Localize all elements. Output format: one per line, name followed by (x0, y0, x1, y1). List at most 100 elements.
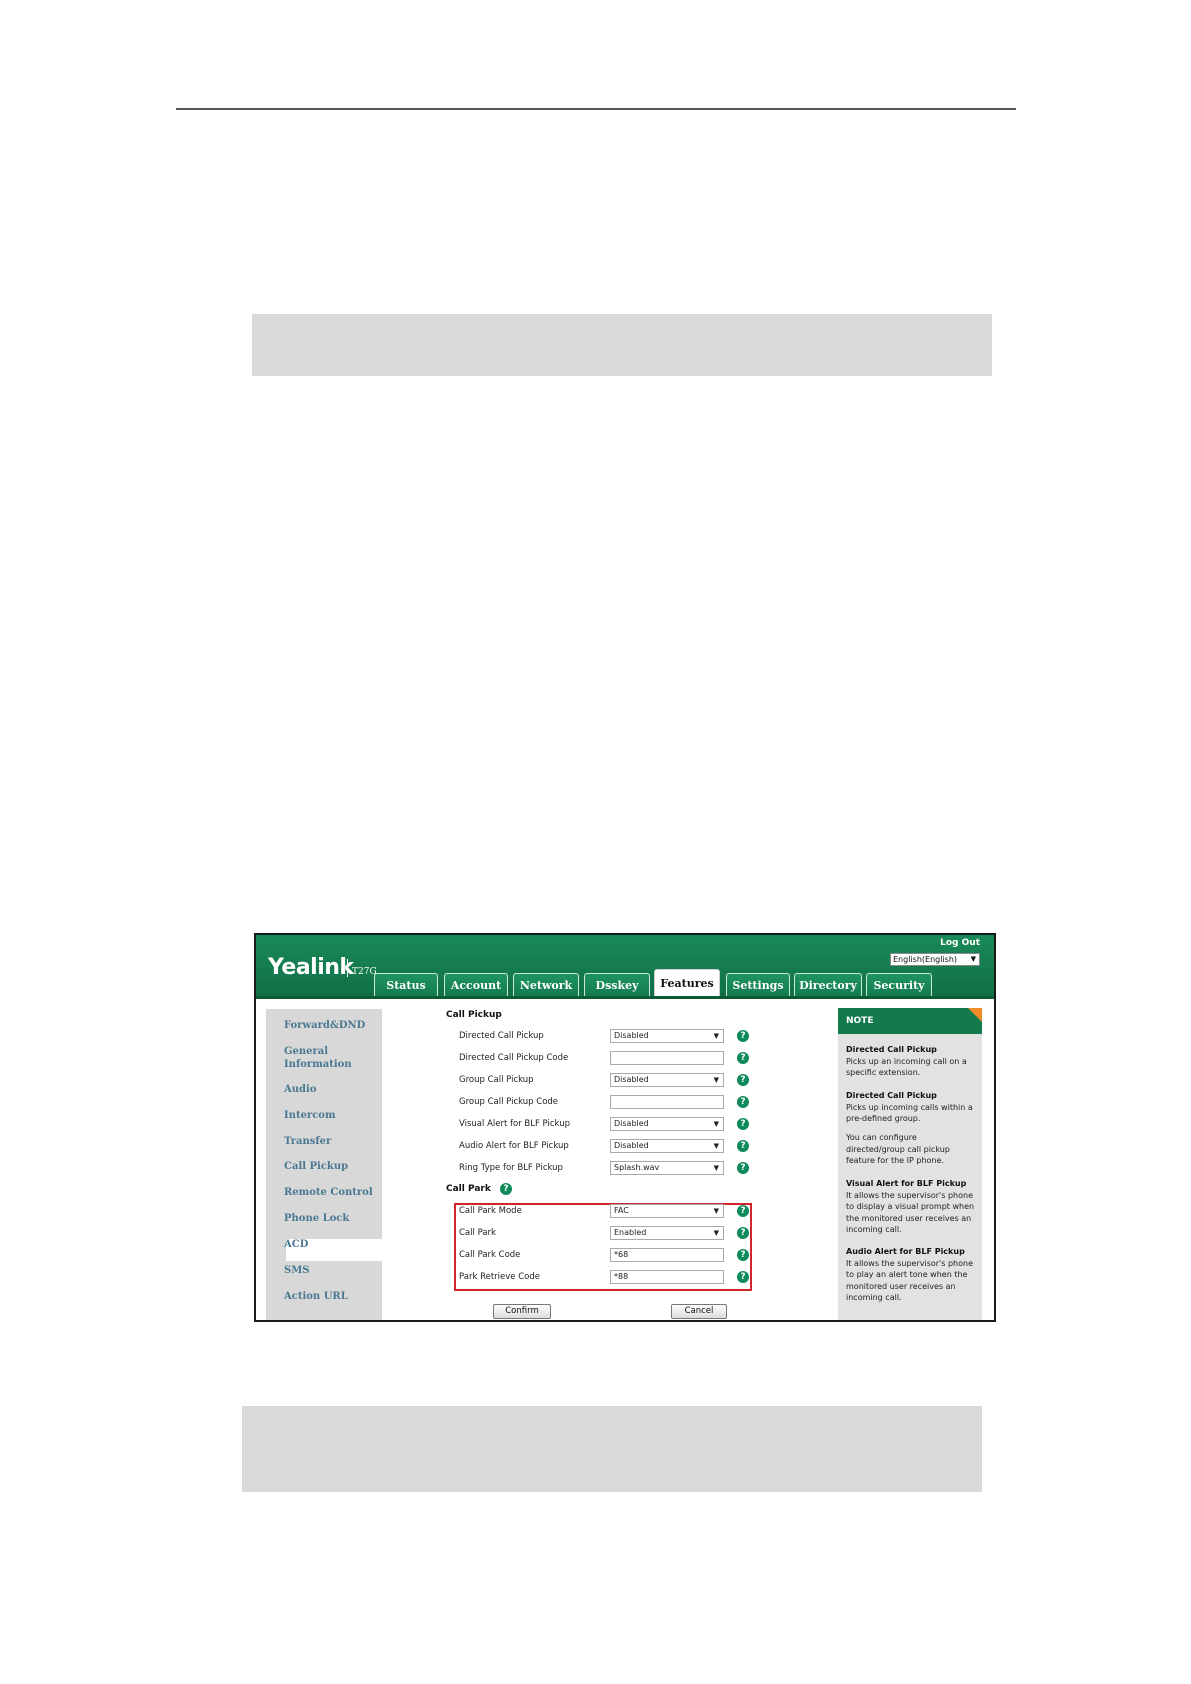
web-ui-screenshot: Yealink T27G Log Out English(English) ▼ … (254, 933, 996, 1322)
select-directed-call-pickup[interactable]: Disabled ▼ (610, 1029, 724, 1043)
sidebar-item-sms[interactable]: SMS (284, 1264, 310, 1277)
sidebar-item-acd[interactable]: ACD (284, 1238, 308, 1251)
note-entry-text: It allows the supervisor's phone to play… (846, 1258, 973, 1303)
help-icon[interactable]: ? (737, 1162, 749, 1174)
note-corner-icon (968, 1008, 982, 1022)
tab-settings[interactable]: Settings (726, 973, 790, 997)
header-rule (176, 108, 1016, 110)
cancel-button[interactable]: Cancel (671, 1304, 727, 1319)
tab-status[interactable]: Status (374, 973, 438, 997)
sidebar-item-transfer[interactable]: Transfer (284, 1135, 331, 1148)
chevron-down-icon: ▼ (713, 1032, 719, 1040)
select-value: Disabled (614, 1031, 649, 1040)
select-value: Enabled (614, 1228, 647, 1237)
label-ring-type-blf-pickup: Ring Type for BLF Pickup (459, 1163, 563, 1173)
note-entry: Visual Alert for BLF Pickup It allows th… (846, 1178, 978, 1236)
language-select[interactable]: English(English) ▼ (890, 953, 980, 966)
select-ring-type-blf-pickup[interactable]: Splash.wav ▼ (610, 1161, 724, 1175)
select-value: Disabled (614, 1119, 649, 1128)
help-icon[interactable]: ? (737, 1074, 749, 1086)
note-entry-text: Picks up an incoming call on a specific … (846, 1056, 967, 1078)
note-entry-title: Audio Alert for BLF Pickup (846, 1247, 965, 1256)
input-group-call-pickup-code[interactable] (610, 1095, 724, 1109)
help-icon[interactable]: ? (737, 1096, 749, 1108)
note-entry: Audio Alert for BLF Pickup It allows the… (846, 1246, 978, 1304)
chevron-down-icon: ▼ (713, 1142, 719, 1150)
tab-security[interactable]: Security (866, 973, 932, 997)
select-call-park-mode[interactable]: FAC ▼ (610, 1204, 724, 1218)
section-title-call-pickup: Call Pickup (446, 1010, 502, 1020)
sidebar: Forward&DND General Information Audio In… (266, 1009, 392, 1320)
input-directed-call-pickup-code[interactable] (610, 1051, 724, 1065)
label-group-call-pickup-code: Group Call Pickup Code (459, 1097, 559, 1107)
select-value: Splash.wav (614, 1163, 660, 1172)
sidebar-item-phone-lock[interactable]: Phone Lock (284, 1212, 349, 1225)
label-call-park: Call Park (459, 1228, 496, 1238)
tab-network[interactable]: Network (513, 973, 579, 997)
section-title-call-park: Call Park (446, 1184, 491, 1194)
chevron-down-icon: ▼ (713, 1207, 719, 1215)
select-value: Disabled (614, 1075, 649, 1084)
sidebar-item-remote-control[interactable]: Remote Control (284, 1186, 373, 1199)
tab-features[interactable]: Features (654, 969, 720, 999)
help-icon[interactable]: ? (737, 1205, 749, 1217)
label-park-retrieve-code: Park Retrieve Code (459, 1272, 540, 1282)
help-icon[interactable]: ? (737, 1227, 749, 1239)
note-title: NOTE (846, 1016, 874, 1026)
chevron-down-icon: ▼ (970, 955, 976, 963)
gray-note-block-top (252, 314, 992, 376)
note-entry: You can configure directed/group call pi… (846, 1132, 978, 1167)
logo-separator (347, 959, 348, 977)
gray-note-block-bottom (242, 1406, 982, 1492)
input-park-retrieve-code[interactable]: *88 (610, 1270, 724, 1284)
sidebar-item-call-pickup[interactable]: Call Pickup (284, 1160, 348, 1173)
sidebar-item-audio[interactable]: Audio (284, 1083, 317, 1096)
sidebar-item-forward-dnd[interactable]: Forward&DND (284, 1019, 365, 1032)
sidebar-item-general-information[interactable]: General Information (284, 1045, 352, 1071)
language-value: English(English) (893, 955, 958, 964)
top-header: Yealink T27G Log Out English(English) ▼ … (256, 935, 994, 999)
tab-dsskey[interactable]: Dsskey (584, 973, 650, 997)
help-icon[interactable]: ? (737, 1030, 749, 1042)
note-body: Directed Call Pickup Picks up an incomin… (838, 1034, 982, 1320)
chevron-down-icon: ▼ (713, 1229, 719, 1237)
note-entry-title: Visual Alert for BLF Pickup (846, 1179, 967, 1188)
label-directed-call-pickup: Directed Call Pickup (459, 1031, 544, 1041)
tab-directory[interactable]: Directory (794, 973, 862, 997)
select-value: Disabled (614, 1141, 649, 1150)
label-group-call-pickup: Group Call Pickup (459, 1075, 534, 1085)
note-header: NOTE (838, 1008, 982, 1034)
note-entry: Directed Call Pickup Picks up an incomin… (846, 1044, 978, 1079)
chevron-down-icon: ▼ (713, 1076, 719, 1084)
help-icon[interactable]: ? (737, 1271, 749, 1283)
note-entry-text: You can configure directed/group call pi… (846, 1133, 950, 1165)
label-audio-alert-blf-pickup: Audio Alert for BLF Pickup (459, 1141, 569, 1151)
select-visual-alert-blf-pickup[interactable]: Disabled ▼ (610, 1117, 724, 1131)
help-icon[interactable]: ? (737, 1118, 749, 1130)
select-value: FAC (614, 1206, 629, 1215)
chevron-down-icon: ▼ (713, 1120, 719, 1128)
note-entry-text: Picks up incoming calls within a pre-def… (846, 1102, 973, 1124)
note-entry: Directed Call Pickup Picks up incoming c… (846, 1090, 978, 1125)
model-label: T27G (352, 967, 377, 977)
select-call-park[interactable]: Enabled ▼ (610, 1226, 724, 1240)
input-call-park-code[interactable]: *68 (610, 1248, 724, 1262)
select-group-call-pickup[interactable]: Disabled ▼ (610, 1073, 724, 1087)
yealink-logo: Yealink (268, 955, 354, 980)
note-entry-title: Directed Call Pickup (846, 1045, 937, 1054)
label-visual-alert-blf-pickup: Visual Alert for BLF Pickup (459, 1119, 570, 1129)
tab-account[interactable]: Account (444, 973, 508, 997)
logout-link[interactable]: Log Out (940, 938, 980, 948)
select-audio-alert-blf-pickup[interactable]: Disabled ▼ (610, 1139, 724, 1153)
help-icon[interactable]: ? (737, 1140, 749, 1152)
label-call-park-mode: Call Park Mode (459, 1206, 522, 1216)
sidebar-item-action-url[interactable]: Action URL (284, 1290, 348, 1303)
help-icon[interactable]: ? (737, 1249, 749, 1261)
sidebar-item-intercom[interactable]: Intercom (284, 1109, 336, 1122)
chevron-down-icon: ▼ (713, 1164, 719, 1172)
note-entry-text: It allows the supervisor's phone to disp… (846, 1190, 975, 1235)
help-icon[interactable]: ? (500, 1183, 512, 1195)
help-icon[interactable]: ? (737, 1052, 749, 1064)
confirm-button[interactable]: Confirm (493, 1304, 551, 1319)
note-entry-title: Directed Call Pickup (846, 1091, 937, 1100)
